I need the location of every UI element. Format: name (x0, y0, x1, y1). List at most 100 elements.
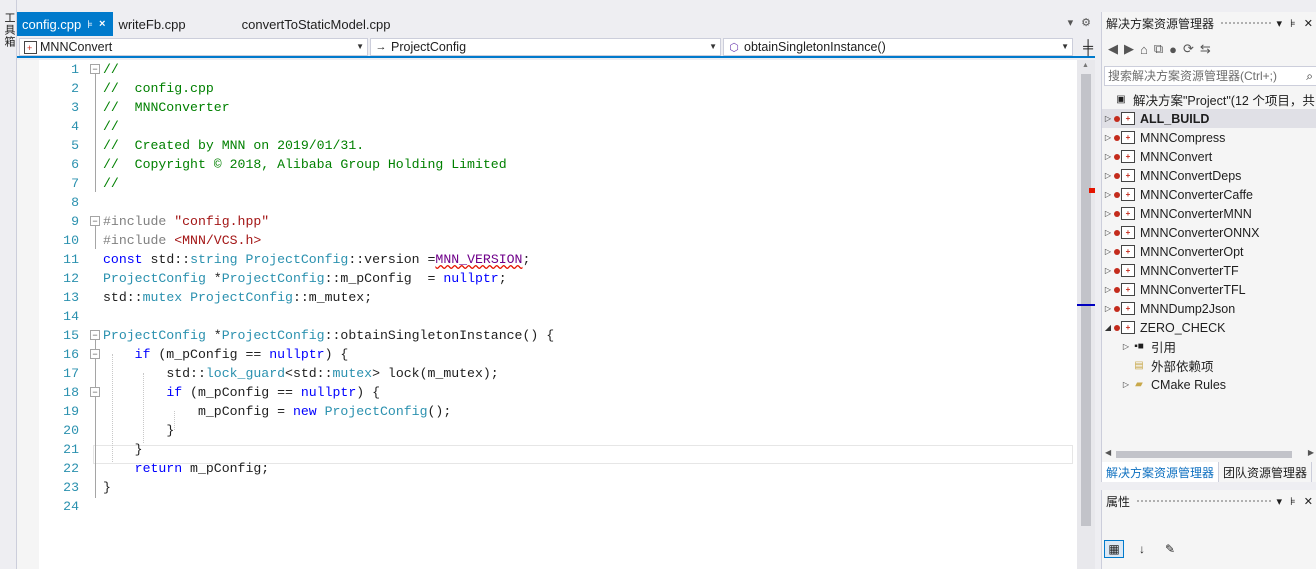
globe-icon[interactable]: ● (1169, 42, 1177, 57)
tree-project-node[interactable]: ▷ + MNNCompress (1102, 128, 1316, 147)
fold-toggle-icon[interactable]: − (90, 330, 100, 340)
line-number: 21 (63, 442, 79, 457)
tree-project-node[interactable]: ▷ + MNNConverterONNX (1102, 223, 1316, 242)
project-dropdown[interactable]: + MNNConvert ▼ (19, 38, 368, 56)
tree-child-node[interactable]: ▤ 外部依赖项 (1102, 356, 1316, 375)
window-menu-icon[interactable]: ▾ (1277, 495, 1283, 508)
code-text: // (103, 176, 119, 191)
status-dot-icon (1114, 172, 1120, 179)
close-icon[interactable]: ✕ (1304, 495, 1313, 508)
status-dot-icon (1114, 229, 1120, 236)
tree-project-node[interactable]: ◢ + ZERO_CHECK (1102, 318, 1316, 337)
tab-writefb-cpp[interactable]: writeFb.cpp (113, 12, 193, 36)
scope-dropdown-label: ProjectConfig (391, 40, 467, 54)
project-icon: + (1121, 302, 1135, 315)
tree-child-node[interactable]: ▷ ▰ CMake Rules (1102, 375, 1316, 394)
properties-toolbar: ▦ ↓ ✎ (1104, 540, 1180, 558)
code-line: 7 // (39, 174, 1077, 193)
tab-converttostaticmodel-cpp[interactable]: convertToStaticModel.cpp (194, 12, 399, 36)
line-number: 13 (63, 290, 79, 305)
fold-toggle-icon[interactable]: − (90, 216, 100, 226)
drag-grip[interactable] (1136, 498, 1271, 504)
project-icon: + (1121, 207, 1135, 220)
references-icon: ▪■ (1134, 340, 1144, 352)
project-label: ZERO_CHECK (1140, 320, 1226, 335)
scroll-right-icon[interactable]: ▶ (1308, 448, 1314, 457)
categorized-icon[interactable]: ▦ (1104, 540, 1124, 558)
code-text: // (103, 62, 119, 77)
fold-toggle-icon[interactable]: − (90, 349, 100, 359)
tree-project-node[interactable]: ▷ + MNNConverterOpt (1102, 242, 1316, 261)
switch-views-icon[interactable]: ⧉ (1154, 41, 1163, 57)
back-icon[interactable]: ◀ (1108, 41, 1118, 57)
tree-project-node[interactable]: ▷ + MNNDump2Json (1102, 299, 1316, 318)
property-pages-icon[interactable]: ✎ (1160, 540, 1180, 558)
pin-icon[interactable]: ⊧ (1290, 17, 1296, 30)
tree-child-node[interactable]: ▷ ▪■ 引用 (1102, 337, 1316, 356)
toolbox-strip[interactable]: 工具箱 (0, 0, 17, 569)
pin-icon[interactable]: ⊧ (1290, 495, 1296, 508)
search-input[interactable]: 搜索解决方案资源管理器(Ctrl+;) ⌕ (1104, 66, 1316, 86)
code-line: 22 return m_pConfig; (39, 459, 1077, 478)
indicator-margin (17, 60, 39, 569)
tree-project-node[interactable]: ▷ + MNNConverterTF (1102, 261, 1316, 280)
tree-solution-node[interactable]: ▣ 解决方案"Project"(12 个项目，共 (1102, 90, 1316, 109)
line-number: 7 (71, 176, 79, 191)
scrollbar-thumb[interactable] (1081, 74, 1091, 526)
tree-project-node[interactable]: ▷ + MNNConverterMNN (1102, 204, 1316, 223)
close-icon[interactable]: × (99, 18, 105, 30)
forward-icon[interactable]: ▶ (1124, 41, 1134, 57)
child-label: 引用 (1151, 341, 1177, 355)
fold-toggle-icon[interactable]: − (90, 64, 100, 74)
scroll-up-icon[interactable]: ▲ (1082, 62, 1089, 69)
tree-project-node[interactable]: ▷ + MNNConverterTFL (1102, 280, 1316, 299)
tree-project-node[interactable]: ▷ + MNNConvert (1102, 147, 1316, 166)
scroll-left-icon[interactable]: ◀ (1105, 448, 1111, 457)
sync-icon[interactable]: ⇆ (1200, 41, 1211, 57)
fold-toggle-icon[interactable]: − (90, 387, 100, 397)
code-line: 23} (39, 478, 1077, 497)
home-icon[interactable]: ⌂ (1140, 42, 1148, 57)
line-number: 1 (71, 62, 79, 77)
member-dropdown[interactable]: ⬡ obtainSingletonInstance() ▼ (723, 38, 1073, 56)
close-icon[interactable]: ✕ (1304, 17, 1313, 30)
pin-icon[interactable]: ⊧ (87, 18, 93, 31)
drag-grip[interactable] (1220, 20, 1271, 26)
tree-project-node[interactable]: ▷ + ALL_BUILD (1102, 109, 1316, 128)
project-icon: + (1121, 131, 1135, 144)
toolbox-label[interactable]: 工具箱 (1, 12, 17, 48)
project-label: MNNCompress (1140, 130, 1226, 145)
search-icon[interactable]: ⌕ (1306, 67, 1313, 85)
gear-icon[interactable]: ⚙ (1081, 16, 1091, 29)
solution-icon: ▣ (1116, 93, 1126, 105)
scope-dropdown[interactable]: → ProjectConfig ▼ (370, 38, 721, 56)
solution-explorer-title-bar: 解决方案资源管理器 ▾ ⊧ ✕ (1102, 12, 1316, 34)
alphabetical-icon[interactable]: ↓ (1132, 540, 1152, 558)
tree-project-node[interactable]: ▷ + MNNConverterCaffe (1102, 185, 1316, 204)
project-label: MNNConverterMNN (1140, 206, 1252, 221)
tab-list-dropdown-icon[interactable]: ▾ (1068, 16, 1074, 29)
chevron-down-icon: ▼ (1061, 42, 1069, 51)
split-view-icon[interactable]: ╪ (1083, 39, 1093, 55)
horizontal-scrollbar[interactable]: ◀ ▶ (1102, 448, 1316, 460)
child-label: CMake Rules (1151, 377, 1227, 392)
document-tabs: config.cpp ⊧ × writeFb.cpp convertToStat… (17, 12, 1095, 36)
pending-changes-icon[interactable]: ⟳ (1183, 41, 1194, 57)
vertical-scrollbar[interactable]: ▲ (1077, 60, 1095, 569)
scrollbar-thumb[interactable] (1116, 451, 1292, 458)
code-line: 9− #include "config.hpp" (39, 212, 1077, 231)
code-line: 15− ProjectConfig *ProjectConfig::obtainS… (39, 326, 1077, 345)
tab-team-explorer[interactable]: 团队资源管理器 (1219, 462, 1313, 482)
code-editor[interactable]: 1−// 2// config.cpp 3// MNNConverter 4//… (17, 60, 1095, 569)
code-line: 20 } (39, 421, 1077, 440)
line-number: 6 (71, 157, 79, 172)
tab-solution-explorer[interactable]: 解决方案资源管理器 (1102, 462, 1220, 482)
solution-tree[interactable]: ▣ 解决方案"Project"(12 个项目，共 ▷ + ALL_BUILD ▷ + M… (1102, 90, 1316, 452)
window-menu-icon[interactable]: ▾ (1277, 17, 1283, 30)
editor: config.cpp ⊧ × writeFb.cpp convertToStat… (17, 12, 1095, 569)
tree-project-node[interactable]: ▷ + MNNConvertDeps (1102, 166, 1316, 185)
status-dot-icon (1114, 286, 1120, 293)
chevron-down-icon: ▼ (709, 42, 717, 51)
tab-config-cpp[interactable]: config.cpp ⊧ × (17, 12, 114, 36)
tab-label: writeFb.cpp (118, 16, 186, 32)
